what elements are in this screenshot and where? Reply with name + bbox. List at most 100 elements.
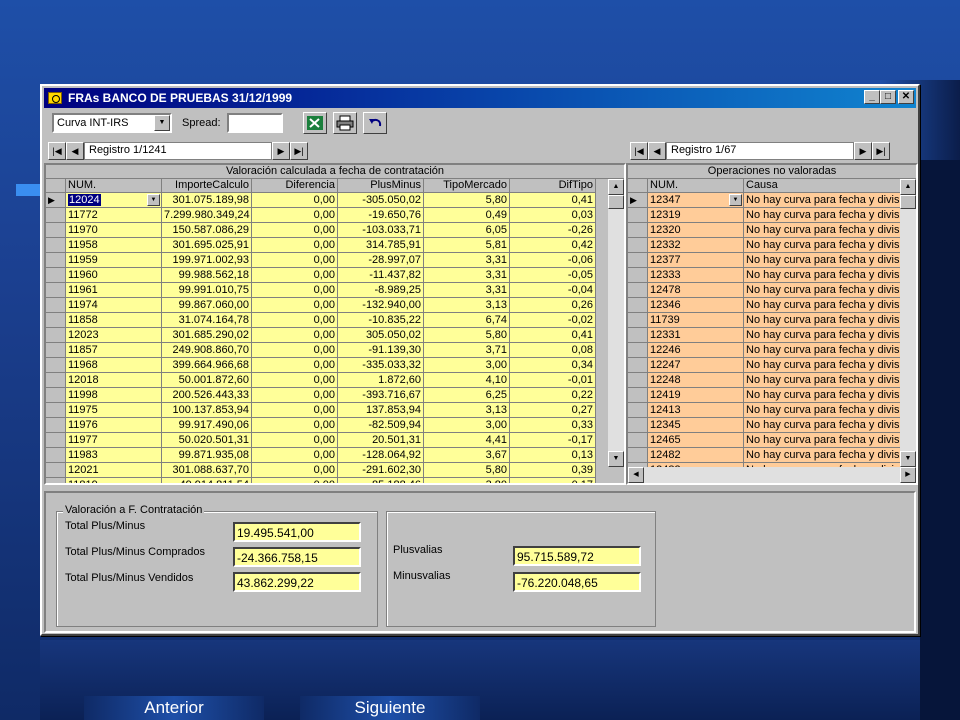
table-cell[interactable]: 12024 ▼ bbox=[66, 193, 162, 208]
table-cell[interactable]: 0,00 bbox=[252, 343, 338, 358]
table-cell[interactable]: 100.137.853,94 bbox=[162, 403, 252, 418]
table-cell[interactable]: No hay curva para fecha y divisa bbox=[744, 388, 904, 403]
table-row[interactable]: 11970 150.587.086,29 0,00 -103.033,71 6,05 -0… bbox=[46, 223, 624, 238]
table-cell[interactable]: 12345 bbox=[648, 418, 744, 433]
table-cell[interactable]: 12377 bbox=[648, 253, 744, 268]
table-cell[interactable]: 11998 bbox=[66, 388, 162, 403]
table-cell[interactable]: 11739 bbox=[648, 313, 744, 328]
table-cell[interactable]: 11959 bbox=[66, 253, 162, 268]
table-row[interactable]: 11960 99.988.562,18 0,00 -11.437,82 3,31 -0,0… bbox=[46, 268, 624, 283]
scroll-up-icon[interactable]: ▲ bbox=[900, 179, 916, 195]
table-cell[interactable]: 3,71 bbox=[424, 343, 510, 358]
table-cell[interactable]: 11975 bbox=[66, 403, 162, 418]
table-cell[interactable]: 0,41 bbox=[510, 193, 596, 208]
table-cell[interactable]: 3,00 bbox=[424, 358, 510, 373]
row-indicator[interactable] bbox=[46, 388, 66, 403]
table-row[interactable]: 12023 301.685.290,02 0,00 305.050,02 5,80 0,4… bbox=[46, 328, 624, 343]
table-cell[interactable]: No hay curva para fecha y divisa bbox=[744, 373, 904, 388]
table-row[interactable]: 11976 99.917.490,06 0,00 -82.509,94 3,00 0,33 bbox=[46, 418, 624, 433]
table-cell[interactable]: No hay curva para fecha y divisa bbox=[744, 313, 904, 328]
row-indicator[interactable] bbox=[628, 328, 648, 343]
row-indicator[interactable] bbox=[46, 193, 66, 208]
table-row[interactable]: 12024▼301.075.189,980,00-305.050,025,800… bbox=[46, 193, 624, 208]
table-cell[interactable]: 0,34 bbox=[510, 358, 596, 373]
row-indicator[interactable] bbox=[628, 343, 648, 358]
table-cell[interactable]: -103.033,71 bbox=[338, 223, 424, 238]
table-cell[interactable]: 0,00 bbox=[252, 463, 338, 478]
table-cell[interactable]: 11974 bbox=[66, 298, 162, 313]
row-indicator[interactable] bbox=[628, 283, 648, 298]
table-cell[interactable]: 20.501,31 bbox=[338, 433, 424, 448]
table-cell[interactable]: -0,26 bbox=[510, 223, 596, 238]
table-cell[interactable]: 314.785,91 bbox=[338, 238, 424, 253]
table-cell[interactable]: 0,00 bbox=[252, 313, 338, 328]
row-indicator[interactable] bbox=[46, 298, 66, 313]
table-cell[interactable]: 0,17 bbox=[510, 478, 596, 483]
row-indicator[interactable] bbox=[46, 253, 66, 268]
table-cell[interactable]: No hay curva para fecha y divisa bbox=[744, 283, 904, 298]
table-cell[interactable]: 5,80 bbox=[424, 193, 510, 208]
first-record-icon[interactable]: |◀ bbox=[48, 142, 66, 160]
table-cell[interactable]: 6,25 bbox=[424, 388, 510, 403]
row-indicator[interactable] bbox=[628, 253, 648, 268]
table-cell[interactable]: 0,00 bbox=[252, 193, 338, 208]
table-cell[interactable]: No hay curva para fecha y divisa bbox=[744, 448, 904, 463]
table-cell[interactable]: No hay curva para fecha y divisa bbox=[744, 268, 904, 283]
table-cell[interactable]: 3,31 bbox=[424, 268, 510, 283]
previous-slide-button[interactable]: Anterior bbox=[84, 696, 264, 720]
table-row[interactable]: 11739 No hay curva para fecha y divisa bbox=[628, 313, 916, 328]
table-row[interactable]: 12246 No hay curva para fecha y divisa bbox=[628, 343, 916, 358]
scroll-up-icon[interactable]: ▲ bbox=[608, 179, 624, 195]
table-cell[interactable]: 0,00 bbox=[252, 298, 338, 313]
table-cell[interactable]: 7.299.980.349,24 bbox=[162, 208, 252, 223]
table-cell[interactable]: 12333 bbox=[648, 268, 744, 283]
row-indicator[interactable] bbox=[46, 313, 66, 328]
scroll-down-icon[interactable]: ▼ bbox=[608, 451, 624, 467]
maximize-button[interactable]: □ bbox=[880, 90, 896, 104]
table-cell[interactable]: 0,00 bbox=[252, 238, 338, 253]
chevron-down-icon[interactable]: ▼ bbox=[154, 115, 170, 131]
table-cell[interactable]: 4,10 bbox=[424, 373, 510, 388]
table-cell[interactable]: 11772 bbox=[66, 208, 162, 223]
table-cell[interactable]: 11819 bbox=[66, 478, 162, 483]
table-row[interactable]: 11983 99.871.935,08 0,00 -128.064,92 3,67 0,1… bbox=[46, 448, 624, 463]
table-cell[interactable]: 11977 bbox=[66, 433, 162, 448]
vertical-scrollbar[interactable]: ▲ ▼ bbox=[900, 179, 916, 467]
table-row[interactable]: 12331 No hay curva para fecha y divisa bbox=[628, 328, 916, 343]
table-cell[interactable]: 11961 bbox=[66, 283, 162, 298]
table-cell[interactable]: 0,08 bbox=[510, 343, 596, 358]
row-indicator[interactable] bbox=[628, 208, 648, 223]
table-cell[interactable]: 0,03 bbox=[510, 208, 596, 223]
table-cell[interactable]: 0,00 bbox=[252, 268, 338, 283]
table-cell[interactable]: 0,22 bbox=[510, 388, 596, 403]
excel-export-button[interactable] bbox=[302, 112, 327, 134]
table-row[interactable]: 12419 No hay curva para fecha y divisa bbox=[628, 388, 916, 403]
row-indicator[interactable] bbox=[628, 448, 648, 463]
table-row[interactable]: 11858 31.074.164,78 0,00 -10.835,22 6,74 -0,0… bbox=[46, 313, 624, 328]
table-row[interactable]: 12478 No hay curva para fecha y divisa bbox=[628, 283, 916, 298]
table-cell[interactable]: 11960 bbox=[66, 268, 162, 283]
table-row[interactable]: 12319 No hay curva para fecha y divisa bbox=[628, 208, 916, 223]
table-cell[interactable]: 50.001.872,60 bbox=[162, 373, 252, 388]
table-cell[interactable]: -8.989,25 bbox=[338, 283, 424, 298]
table-cell[interactable]: 12347 ▼ bbox=[648, 193, 744, 208]
table-cell[interactable]: 12018 bbox=[66, 373, 162, 388]
table-cell[interactable]: 12320 bbox=[648, 223, 744, 238]
table-cell[interactable]: 12482 bbox=[648, 448, 744, 463]
table-cell[interactable]: 200.526.443,33 bbox=[162, 388, 252, 403]
table-cell[interactable]: No hay curva para fecha y divisa bbox=[744, 433, 904, 448]
table-cell[interactable]: -85.188,46 bbox=[338, 478, 424, 483]
table-cell[interactable]: -0,01 bbox=[510, 373, 596, 388]
table-row[interactable]: 11968 399.664.966,68 0,00 -335.033,32 3,00 0,… bbox=[46, 358, 624, 373]
scroll-right-icon[interactable]: ▶ bbox=[900, 467, 916, 483]
curve-select[interactable]: Curva INT-IRS ▼ bbox=[52, 113, 172, 133]
table-cell[interactable]: 4,41 bbox=[424, 433, 510, 448]
table-cell[interactable]: -0,06 bbox=[510, 253, 596, 268]
table-cell[interactable]: 0,39 bbox=[510, 463, 596, 478]
table-cell[interactable]: 0,00 bbox=[252, 433, 338, 448]
table-cell[interactable]: -0,04 bbox=[510, 283, 596, 298]
table-row[interactable]: 12021 301.088.637,70 0,00 -291.602,30 5,80 0,… bbox=[46, 463, 624, 478]
table-cell[interactable]: 0,00 bbox=[252, 223, 338, 238]
table-cell[interactable]: 0,00 bbox=[252, 403, 338, 418]
table-row[interactable]: 12346 No hay curva para fecha y divisa bbox=[628, 298, 916, 313]
